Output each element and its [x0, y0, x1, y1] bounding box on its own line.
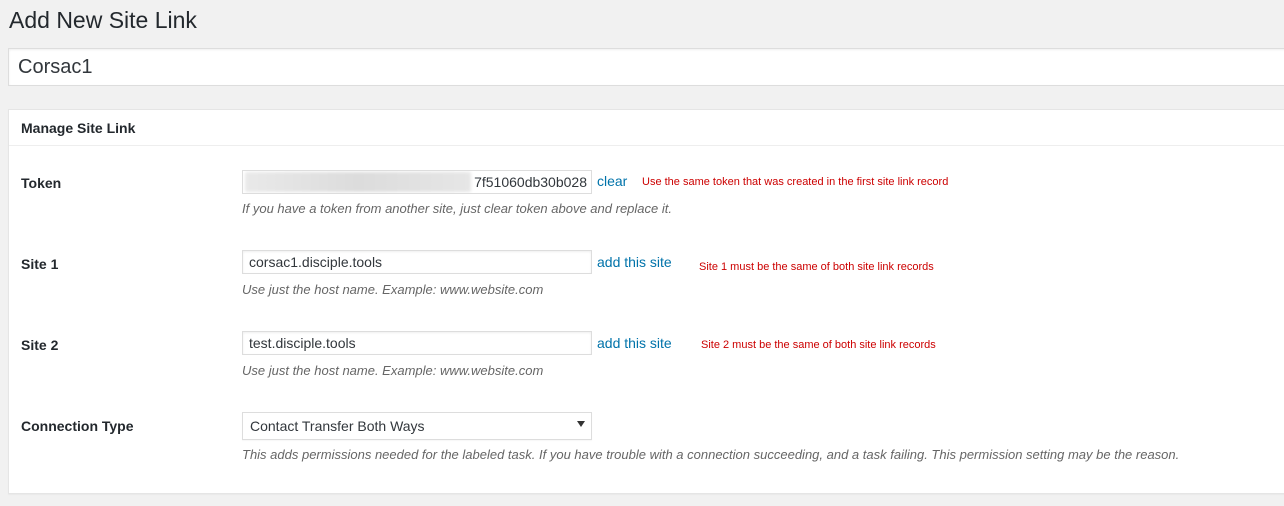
site2-add-link[interactable]: add this site: [597, 335, 672, 351]
token-clear-link[interactable]: clear: [597, 173, 627, 189]
dropdown-arrow-icon: [577, 421, 585, 427]
page-title: Add New Site Link: [9, 7, 197, 33]
site1-note: Site 1 must be the same of both site lin…: [699, 261, 934, 273]
token-visible-text: 7f51060db30b028: [474, 174, 587, 190]
token-label: Token: [21, 175, 62, 191]
connection-type-selected: Contact Transfer Both Ways: [250, 418, 425, 434]
site1-description: Use just the host name. Example: www.web…: [242, 282, 544, 297]
site1-input[interactable]: [242, 250, 592, 274]
post-title-input[interactable]: [8, 48, 1284, 86]
token-note: Use the same token that was created in t…: [642, 176, 949, 188]
manage-site-link-box: Manage Site Link Token 7f51060db30b028 c…: [8, 109, 1284, 494]
site2-input[interactable]: [242, 331, 592, 355]
site2-description: Use just the host name. Example: www.web…: [242, 363, 544, 378]
postbox-title: Manage Site Link: [9, 110, 1284, 146]
token-description: If you have a token from another site, j…: [242, 201, 672, 216]
site1-add-link[interactable]: add this site: [597, 254, 672, 270]
token-redacted-blur: [245, 172, 471, 192]
site1-label: Site 1: [21, 256, 59, 272]
connection-type-select[interactable]: Contact Transfer Both Ways: [242, 412, 592, 440]
site2-note: Site 2 must be the same of both site lin…: [701, 339, 936, 351]
connection-type-label: Connection Type: [21, 418, 134, 434]
site2-label: Site 2: [21, 337, 59, 353]
connection-type-description: This adds permissions needed for the lab…: [242, 447, 1180, 462]
token-input[interactable]: 7f51060db30b028: [242, 170, 592, 194]
